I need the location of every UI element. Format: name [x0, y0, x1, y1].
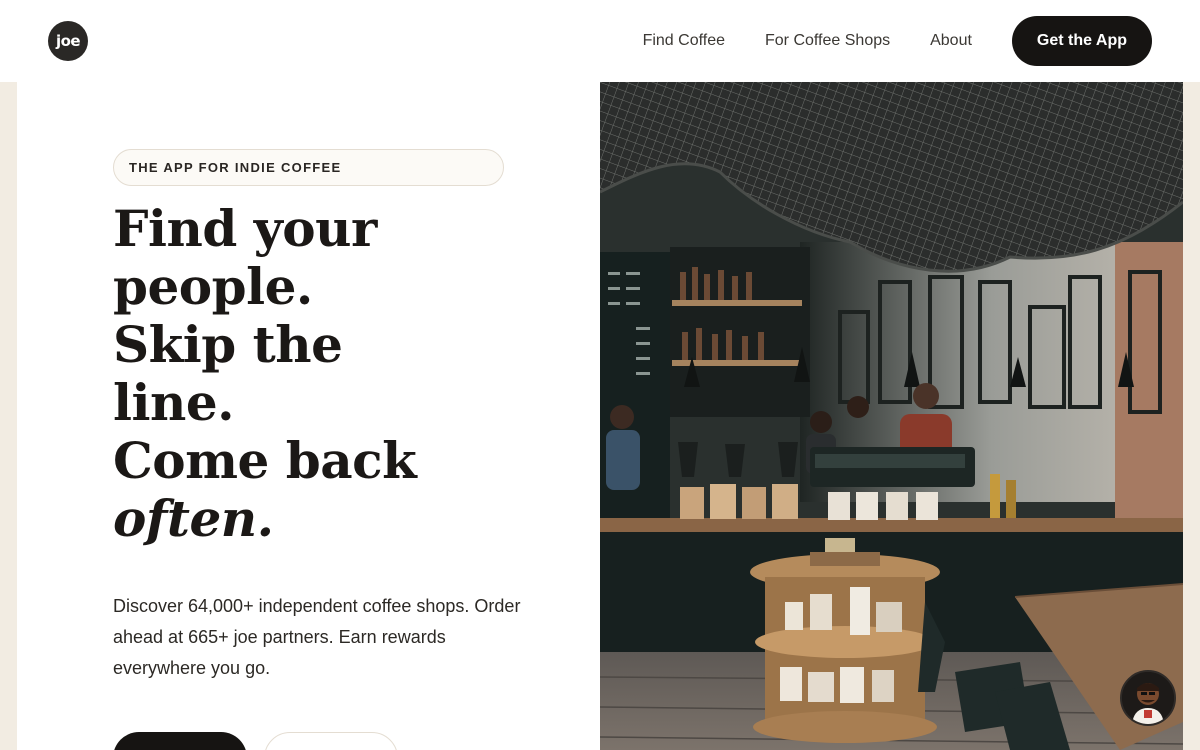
site-header: joe Find Coffee For Coffee Shops About G… — [0, 0, 1200, 82]
main-nav: Find Coffee For Coffee Shops About Get t… — [643, 16, 1152, 66]
coffee-shop-photo — [600, 82, 1183, 750]
headline-line-1: Find your — [113, 199, 377, 258]
headline-line-4: line. — [113, 373, 235, 432]
barista-avatar-illustration — [1122, 672, 1174, 724]
eyebrow-badge: THE APP FOR INDIE COFFEE — [113, 149, 504, 186]
hero-headline: Find your people. Skip the line. Come ba… — [113, 200, 553, 548]
nav-find-coffee[interactable]: Find Coffee — [643, 32, 725, 50]
hero-card: THE APP FOR INDIE COFFEE Find your peopl… — [17, 82, 1183, 750]
logo-text: joe — [55, 32, 81, 50]
headline-line-2: people. — [113, 257, 313, 316]
joe-logo-icon[interactable]: joe — [48, 21, 88, 61]
headline-line-3: Skip the — [113, 315, 343, 374]
primary-cta-button[interactable] — [113, 732, 247, 750]
nav-about[interactable]: About — [930, 32, 972, 50]
secondary-cta-button[interactable] — [264, 732, 398, 750]
coffee-shop-illustration — [600, 82, 1183, 750]
headline-line-5: Come back — [113, 431, 417, 490]
hero-description: Discover 64,000+ independent coffee shop… — [113, 596, 521, 678]
get-the-app-button[interactable]: Get the App — [1011, 16, 1152, 66]
nav-for-coffee-shops[interactable]: For Coffee Shops — [765, 32, 890, 50]
barista-avatar-icon[interactable] — [1120, 670, 1176, 726]
headline-emphasis: often. — [113, 489, 274, 548]
